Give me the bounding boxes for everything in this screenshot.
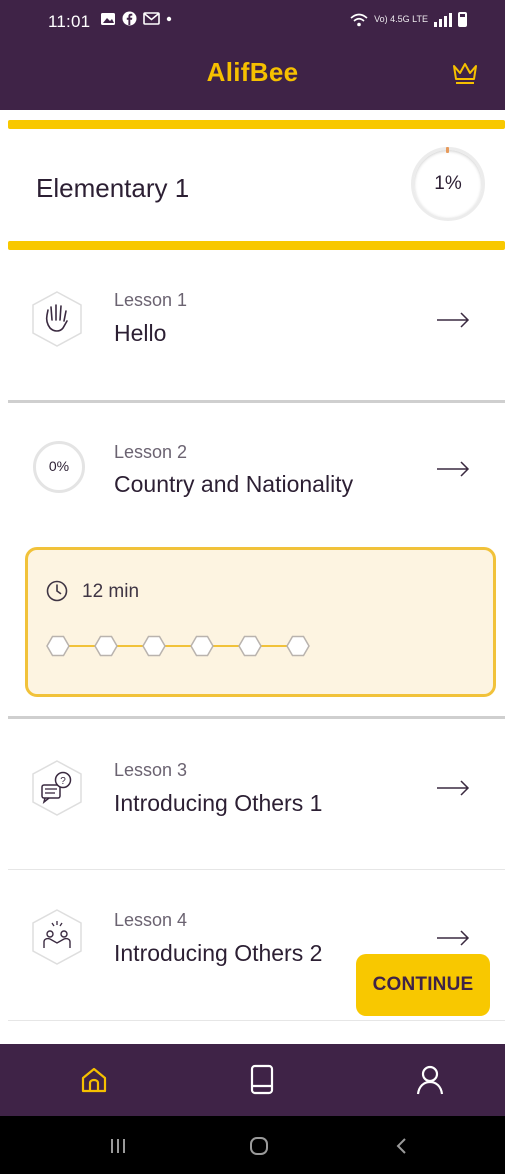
system-nav-bar	[0, 1116, 505, 1174]
step-hexagon	[94, 635, 118, 657]
level-title: Elementary 1	[36, 173, 190, 203]
recent-apps-button[interactable]	[103, 1132, 133, 1160]
arrow-right-icon[interactable]	[436, 312, 470, 328]
gmail-icon	[143, 12, 160, 25]
system-home-icon	[250, 1137, 268, 1155]
lesson-title: Country and Nationality	[114, 471, 354, 497]
nav-profile[interactable]	[408, 1058, 452, 1102]
continue-button[interactable]: CONTINUE	[356, 954, 490, 1016]
app-title: AlifBee	[206, 57, 299, 87]
progress-indicator	[446, 147, 449, 153]
divider	[8, 1020, 505, 1021]
status-bar: 11:01 Vo) 4.5G LTE	[0, 0, 505, 44]
step-hexagon	[46, 635, 70, 657]
step-hexagon	[190, 635, 214, 657]
lesson-duration: 12 min	[82, 581, 140, 602]
lesson-progress-text: 0%	[48, 458, 70, 474]
lesson-title: Introducing Others 1	[114, 790, 323, 816]
arrow-right-icon[interactable]	[436, 930, 470, 946]
bottom-nav	[0, 1044, 505, 1116]
back-icon	[396, 1138, 406, 1154]
system-status-icons: Vo) 4.5G LTE	[350, 12, 467, 27]
level-progress-text: 1%	[434, 173, 462, 194]
arrow-right-icon[interactable]	[436, 461, 470, 477]
profile-icon	[416, 1065, 444, 1095]
notification-icons	[100, 11, 172, 26]
arrow-right-icon[interactable]	[436, 780, 470, 796]
system-home-button[interactable]	[244, 1132, 274, 1160]
lesson-item-2[interactable]: 0% Lesson 2 Country and Nationality	[8, 403, 505, 543]
level-bottom-accent	[8, 241, 505, 250]
clock-icon	[46, 580, 68, 602]
nav-book[interactable]	[240, 1058, 284, 1102]
signal-icon	[434, 12, 452, 27]
level-progress-ring: 1%	[411, 147, 485, 221]
people-icon	[32, 909, 82, 965]
nav-home[interactable]	[72, 1058, 116, 1102]
network-label: Vo) 4.5G LTE	[374, 14, 428, 24]
lesson-number: Lesson 4	[114, 910, 188, 930]
book-icon	[250, 1064, 274, 1095]
facebook-icon	[122, 11, 137, 26]
crown-icon[interactable]	[451, 60, 479, 86]
back-button[interactable]	[386, 1132, 416, 1160]
level-top-accent	[8, 120, 505, 129]
hand-icon	[32, 291, 82, 347]
app-header: 11:01 Vo) 4.5G LTE AlifBee	[0, 0, 505, 110]
lesson-item-1[interactable]: Lesson 1 Hello	[8, 250, 505, 400]
dot-icon	[166, 16, 172, 21]
svg-text:?: ?	[60, 776, 66, 787]
lesson-title: Introducing Others 2	[114, 940, 323, 966]
speech-question-icon: ?	[32, 760, 82, 816]
battery-icon	[458, 12, 467, 27]
status-time: 11:01	[48, 12, 91, 31]
lesson-number: Lesson 3	[114, 760, 188, 780]
lesson-steps	[46, 635, 310, 657]
lesson-detail-panel[interactable]: 12 min	[25, 547, 496, 697]
lesson-progress-ring: 0%	[33, 441, 85, 493]
step-hexagon	[238, 635, 262, 657]
level-card[interactable]: Elementary 1 1%	[8, 129, 505, 241]
wifi-icon	[350, 13, 368, 26]
step-hexagon	[286, 635, 310, 657]
step-hexagon	[142, 635, 166, 657]
lesson-item-3[interactable]: ? Lesson 3 Introducing Others 1	[8, 719, 505, 869]
home-icon	[81, 1067, 107, 1093]
lesson-number: Lesson 2	[114, 442, 188, 462]
lesson-title: Hello	[114, 320, 167, 346]
recent-apps-icon	[111, 1139, 125, 1153]
gallery-icon	[101, 12, 115, 25]
lesson-number: Lesson 1	[114, 290, 188, 310]
